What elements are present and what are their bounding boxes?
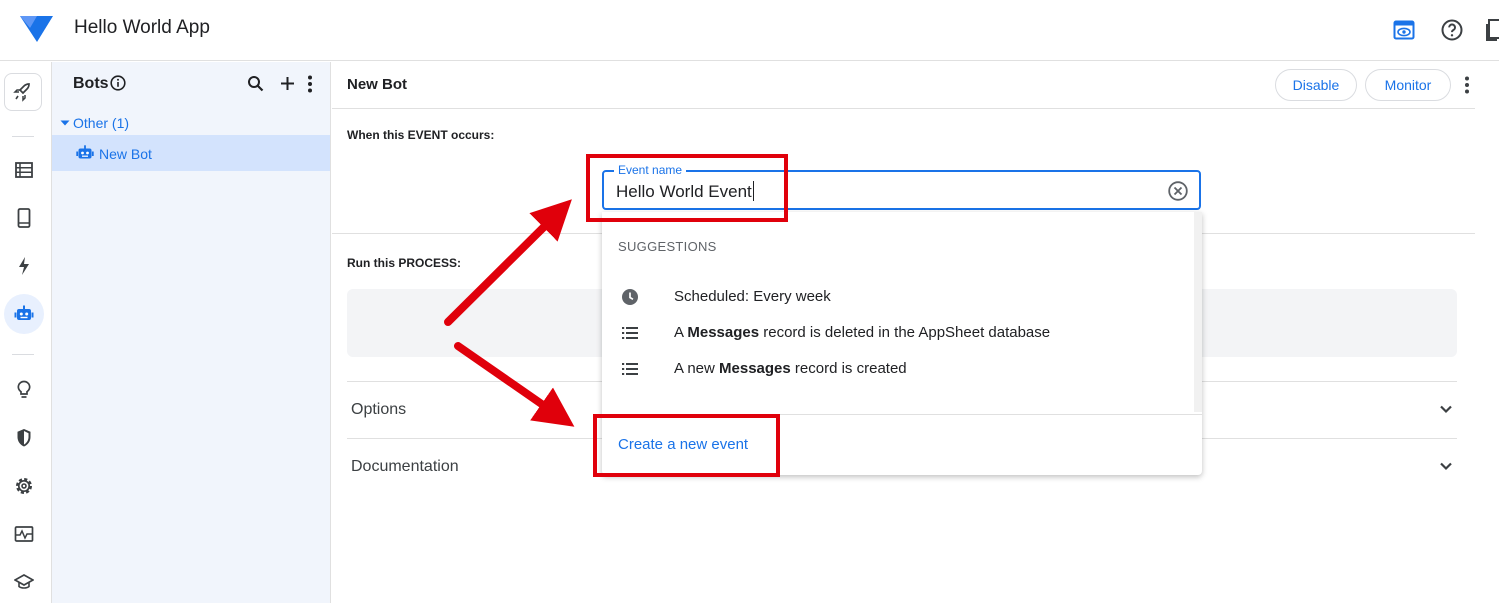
annotation-arrow-down — [454, 342, 575, 427]
annotation-arrows — [444, 199, 575, 427]
annotation-arrow-up — [444, 199, 572, 326]
